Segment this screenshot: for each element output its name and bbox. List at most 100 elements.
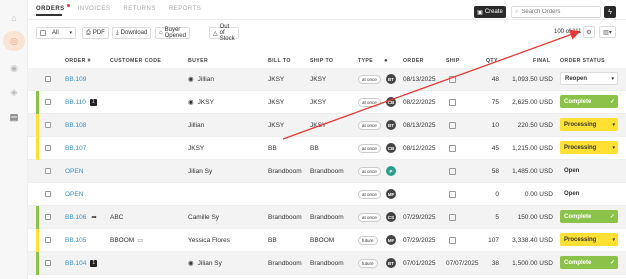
order-type-pill: at once	[358, 167, 381, 176]
table-row[interactable]: OPEN Jilian Sy Brandboom Brandboom at once P 5…	[28, 160, 626, 183]
row-checkbox[interactable]	[45, 260, 51, 266]
column-header[interactable]: BILL TO	[268, 58, 291, 64]
table-row[interactable]: BB.108 Jillian JKSY JKSY at once BT 08/13/2025…	[28, 114, 626, 137]
documents-icon[interactable]: ▤	[8, 111, 20, 123]
ship-to: Brandboom	[310, 260, 344, 267]
calendar-icon[interactable]	[449, 122, 456, 129]
order-status-select[interactable]: Reopen ▾	[560, 72, 618, 85]
out-of-stock-filter[interactable]: △ Out of Stock	[209, 24, 239, 42]
tab-returns[interactable]: RETURNS	[123, 4, 156, 18]
order-status-select[interactable]: Processing ▾	[560, 118, 618, 131]
order-type-pill: at once	[358, 121, 381, 130]
broadcast-icon[interactable]: ◉	[8, 62, 20, 74]
order-number-link[interactable]: BB.107	[65, 145, 86, 153]
bill-to: Brandboom	[268, 260, 302, 267]
row-checkbox[interactable]	[45, 76, 51, 82]
table-row[interactable]: BB.109 ◉ Jillian JKSY JKSY at once BT 08/13/202…	[28, 68, 626, 91]
calendar-icon[interactable]	[449, 191, 456, 198]
message-count-badge: 1	[90, 260, 98, 267]
checkmark-icon: ✓	[609, 260, 615, 266]
column-header[interactable]: SHIP	[446, 58, 460, 64]
order-status-select[interactable]: Processing ▾	[560, 233, 618, 246]
column-header[interactable]: FINAL	[533, 58, 550, 64]
avatar: CS	[386, 212, 396, 222]
calendar-icon[interactable]	[449, 168, 456, 175]
calendar-icon[interactable]	[449, 76, 456, 83]
order-status-select[interactable]: Open	[560, 187, 618, 200]
order-status-select[interactable]: Complete ✓	[560, 210, 618, 223]
share-icon: ➦	[91, 214, 97, 221]
row-checkbox[interactable]	[45, 145, 51, 151]
row-checkbox[interactable]	[45, 191, 51, 197]
buyer-name: Camille Sy	[188, 214, 220, 221]
order-number-link[interactable]: BB.104 1	[65, 260, 98, 268]
calendar-icon[interactable]	[449, 145, 456, 152]
table-row[interactable]: OPEN at once MF 0 0.00 USD Open	[28, 183, 626, 206]
column-header[interactable]: QTY	[486, 58, 498, 64]
order-status-select[interactable]: Complete ✓	[560, 95, 618, 108]
avatar: CB	[386, 97, 396, 107]
order-status-select[interactable]: Complete ✓	[560, 256, 618, 269]
order-number-link[interactable]: BB.106 ➦	[65, 214, 97, 222]
status-bar	[36, 137, 39, 160]
calendar-icon[interactable]	[449, 237, 456, 244]
settings-icon[interactable]: ◈	[8, 86, 20, 98]
order-number-link[interactable]: BB.108	[65, 122, 86, 130]
table-row[interactable]: BB.107 JKSY BB BB at once CB 08/12/2025 45 1,215…	[28, 137, 626, 160]
quantity: 58	[491, 168, 499, 175]
search-input[interactable]	[521, 9, 592, 15]
settings-icon[interactable]: ⚙	[583, 26, 595, 38]
column-header[interactable]: ORDER	[403, 58, 424, 64]
tab-invoices[interactable]: INVOICES	[78, 4, 111, 18]
contact-icon: ▭	[137, 237, 144, 244]
column-header[interactable]: SHIP TO	[310, 58, 333, 64]
buyer-name: JKSY	[188, 145, 205, 152]
download-icon: ⤓	[116, 29, 119, 36]
column-header[interactable]: ORDER #	[65, 58, 91, 64]
download-button[interactable]: ⤓ Download	[112, 27, 152, 39]
bill-to: JKSY	[268, 76, 285, 83]
row-checkbox[interactable]	[45, 122, 51, 128]
row-checkbox[interactable]	[45, 214, 51, 220]
order-number-link[interactable]: BB.109	[65, 76, 86, 84]
select-all-dropdown[interactable]: All ▾	[36, 27, 76, 39]
column-header[interactable]: TYPE	[358, 58, 373, 64]
row-checkbox[interactable]	[45, 237, 51, 243]
result-count: 100 of 111	[554, 29, 582, 35]
column-header[interactable]: CUSTOMER CODE	[110, 58, 161, 64]
order-type-pill: at once	[358, 190, 381, 199]
quick-action-button[interactable]: ϟ	[604, 6, 616, 18]
ship-to: JKSY	[310, 122, 327, 129]
pdf-button[interactable]: ⎙ PDF	[82, 27, 109, 39]
search-box[interactable]: ⌕	[511, 6, 601, 18]
orders-icon[interactable]: ◎	[8, 35, 20, 47]
top-tabs: ORDERS INVOICES RETURNS REPORTS	[36, 4, 214, 18]
row-checkbox[interactable]	[45, 99, 51, 105]
table-row[interactable]: BB.104 1 ◉ Jilian Sy Brandboom Brandboom futur…	[28, 252, 626, 275]
quantity: 10	[491, 122, 499, 129]
order-number-link[interactable]: BB.105	[65, 237, 86, 245]
order-number-link[interactable]: OPEN	[65, 191, 83, 199]
order-status-select[interactable]: Processing ▾	[560, 141, 618, 154]
order-number-link[interactable]: OPEN	[65, 168, 83, 176]
table-row[interactable]: BB.110 1 ◉ JKSY JKSY JKSY at once CB 08/22/2025 7…	[28, 91, 626, 114]
warning-icon: △	[213, 30, 218, 37]
table-row[interactable]: BB.105 BBOOM ▭ Yessica Flores BB BBOOM future M…	[28, 229, 626, 252]
column-header[interactable]: BUYER	[188, 58, 208, 64]
home-icon[interactable]: ⌂	[8, 12, 20, 24]
row-checkbox[interactable]	[45, 168, 51, 174]
eye-icon: ◉	[188, 260, 194, 267]
quantity: 48	[491, 76, 499, 83]
create-button[interactable]: ▣ Create	[474, 6, 506, 18]
calendar-icon[interactable]	[449, 99, 456, 106]
tab-reports[interactable]: REPORTS	[169, 4, 201, 18]
order-number-link[interactable]: BB.110 1	[65, 99, 97, 107]
column-header[interactable]: ORDER STATUS	[560, 58, 605, 64]
calendar-icon[interactable]	[449, 214, 456, 221]
order-status-select[interactable]: Open	[560, 164, 618, 177]
columns-icon[interactable]: ▥▾	[599, 26, 616, 38]
table-row[interactable]: BB.106 ➦ ABC Camille Sy Brandboom Brandboom at…	[28, 206, 626, 229]
buyer-opened-filter[interactable]: ⌂ Buyer Opened	[155, 27, 190, 39]
bill-to: Brandboom	[268, 168, 302, 175]
select-all-checkbox[interactable]	[40, 30, 46, 36]
